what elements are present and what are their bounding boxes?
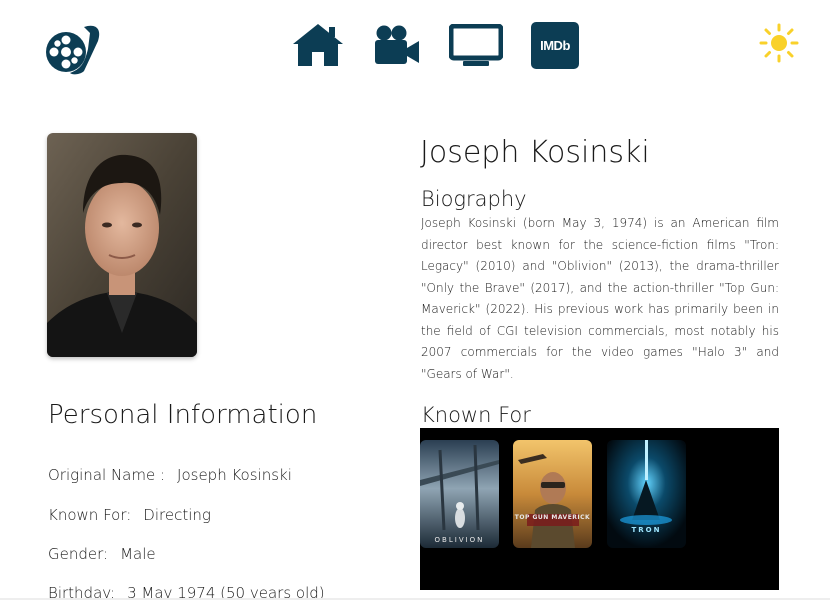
poster-title: TRON	[631, 526, 662, 534]
biography-title: Biography	[421, 187, 527, 211]
info-value: Joseph Kosinski	[177, 466, 292, 484]
poster-title: OBLIVION	[434, 536, 485, 544]
imdb-label: IMDb	[540, 38, 570, 53]
known-for-carousel[interactable]: OBLIVION TOP GUN MAVERICK TRON	[420, 428, 779, 590]
movie-poster-oblivion[interactable]: OBLIVION	[420, 440, 499, 548]
imdb-icon[interactable]: IMDb	[531, 22, 579, 69]
profile-photo	[47, 133, 197, 357]
info-label: Original Name :	[48, 466, 166, 484]
biography-text: Joseph Kosinski (born May 3, 1974) is an…	[421, 216, 779, 381]
info-row-gender: Gender: Male	[48, 545, 156, 563]
info-label: Known For:	[48, 506, 132, 524]
info-value: Male	[120, 545, 156, 563]
movie-poster-top-gun-maverick[interactable]: TOP GUN MAVERICK	[513, 440, 592, 548]
personal-info-title: Personal Information	[48, 400, 318, 430]
tv-icon[interactable]	[449, 24, 503, 67]
home-icon[interactable]	[291, 22, 345, 66]
film-reel-logo[interactable]	[44, 19, 102, 77]
known-for-title: Known For	[421, 403, 531, 427]
info-row-original-name: Original Name : Joseph Kosinski	[48, 466, 292, 484]
info-label: Gender:	[48, 545, 109, 563]
info-value: Directing	[143, 506, 211, 524]
movie-camera-icon[interactable]	[374, 24, 420, 66]
poster-title: TOP GUN MAVERICK	[514, 514, 591, 521]
info-row-known-for: Known For: Directing	[48, 506, 211, 524]
person-name: Joseph Kosinski	[420, 135, 650, 170]
sun-icon[interactable]	[759, 23, 799, 63]
movie-poster-tron[interactable]: TRON	[607, 440, 686, 548]
